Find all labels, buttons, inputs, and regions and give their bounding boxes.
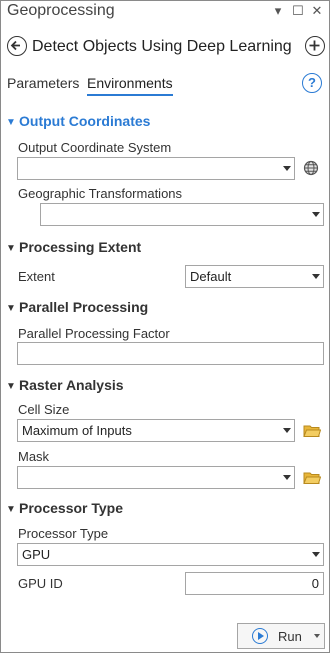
- gpu-id-label: GPU ID: [18, 576, 63, 591]
- extent-label: Extent: [18, 269, 55, 284]
- add-tool-button[interactable]: [305, 36, 325, 56]
- plus-icon: [309, 40, 320, 51]
- section-title: Parallel Processing: [19, 299, 149, 315]
- section-processor-type[interactable]: ▼ Processor Type: [6, 500, 123, 516]
- section-output-coordinates[interactable]: ▼ Output Coordinates: [6, 113, 150, 129]
- mask-select[interactable]: [17, 466, 295, 489]
- folder-icon[interactable]: [303, 424, 321, 438]
- help-icon[interactable]: ?: [302, 73, 322, 93]
- gpu-id-input[interactable]: 0: [185, 572, 324, 595]
- close-icon[interactable]: ✕: [310, 2, 324, 20]
- run-button[interactable]: Run: [237, 623, 325, 649]
- restore-icon[interactable]: ☐: [291, 2, 305, 20]
- chevron-down-icon: ▼: [6, 117, 16, 128]
- section-title: Output Coordinates: [19, 113, 151, 129]
- dropdown-arrow-icon: [283, 166, 291, 171]
- output-coordinate-system-label: Output Coordinate System: [18, 140, 172, 155]
- section-title: Processing Extent: [19, 239, 142, 255]
- field-value: 0: [311, 576, 319, 591]
- processor-type-label: Processor Type: [18, 526, 109, 541]
- field-value: Maximum of Inputs: [22, 423, 132, 438]
- parallel-processing-factor-input[interactable]: [17, 342, 324, 365]
- section-title: Raster Analysis: [19, 377, 124, 393]
- cell-size-select[interactable]: Maximum of Inputs: [17, 419, 295, 442]
- mask-label: Mask: [18, 449, 50, 464]
- tab-environments[interactable]: Environments: [87, 75, 173, 96]
- run-label: Run: [278, 629, 302, 644]
- dropdown-arrow-icon: [283, 475, 291, 480]
- chevron-down-icon: ▼: [6, 381, 16, 392]
- cell-size-label: Cell Size: [18, 402, 70, 417]
- processor-type-select[interactable]: GPU: [17, 543, 324, 566]
- dropdown-arrow-icon: [283, 428, 291, 433]
- geographic-transformations-select[interactable]: [40, 203, 324, 226]
- geographic-transformations-label: Geographic Transformations: [18, 186, 183, 201]
- back-button[interactable]: [7, 36, 27, 56]
- section-processing-extent[interactable]: ▼ Processing Extent: [6, 239, 141, 255]
- field-value: Default: [190, 269, 232, 284]
- geoprocessing-pane: Geoprocessing ▾ ☐ ✕ Detect Objects Using…: [0, 0, 330, 653]
- dropdown-arrow-icon: [312, 552, 320, 557]
- tab-bar: Parameters Environments ?: [1, 73, 329, 99]
- extent-select[interactable]: Default: [185, 265, 324, 288]
- chevron-down-icon: ▼: [6, 303, 16, 314]
- play-icon: [252, 628, 268, 644]
- run-options-dropdown-icon[interactable]: [314, 634, 320, 638]
- parallel-processing-factor-label: Parallel Processing Factor: [18, 326, 170, 341]
- field-value: GPU: [22, 547, 51, 562]
- back-arrow-icon: [10, 40, 20, 51]
- section-raster-analysis[interactable]: ▼ Raster Analysis: [6, 377, 124, 393]
- tool-header: Detect Objects Using Deep Learning: [1, 33, 329, 63]
- dropdown-arrow-icon: [312, 274, 320, 279]
- section-title: Processor Type: [19, 500, 124, 516]
- pane-title: Geoprocessing: [7, 2, 115, 19]
- title-bar: Geoprocessing ▾ ☐ ✕: [1, 1, 329, 23]
- tool-name: Detect Objects Using Deep Learning: [32, 38, 292, 55]
- tab-parameters[interactable]: Parameters: [7, 75, 79, 91]
- output-coordinate-system-select[interactable]: [17, 157, 295, 180]
- folder-icon[interactable]: [303, 471, 321, 485]
- dropdown-arrow-icon: [312, 212, 320, 217]
- globe-icon[interactable]: [303, 160, 319, 176]
- section-parallel-processing[interactable]: ▼ Parallel Processing: [6, 299, 148, 315]
- chevron-down-icon: ▼: [6, 243, 16, 254]
- chevron-down-icon: ▼: [6, 504, 16, 515]
- pane-options-icon[interactable]: ▾: [271, 2, 285, 20]
